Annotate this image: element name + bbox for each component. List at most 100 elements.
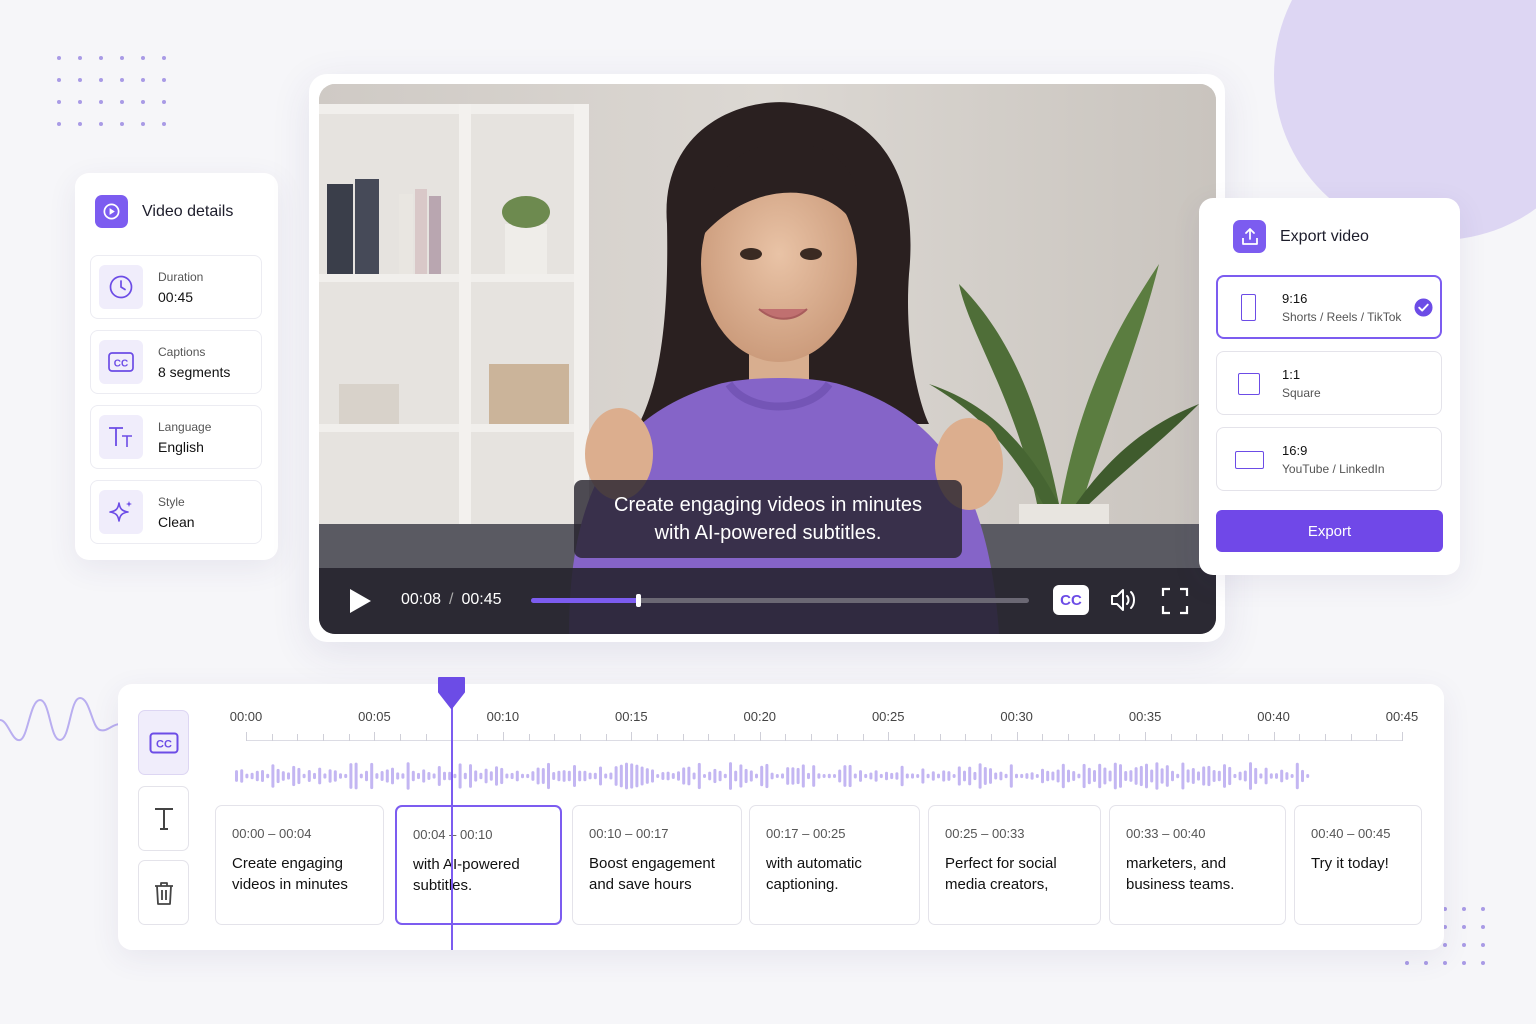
waveform-bar bbox=[734, 770, 738, 782]
dot bbox=[1481, 943, 1485, 947]
waveform-bar bbox=[1129, 770, 1133, 782]
progress-handle[interactable] bbox=[636, 594, 642, 607]
fullscreen-button[interactable] bbox=[1161, 587, 1189, 620]
export-option-1-1[interactable]: 1:1 Square bbox=[1216, 351, 1442, 415]
waveform-bar bbox=[1181, 762, 1185, 790]
waveform-bar bbox=[666, 771, 670, 781]
caption-segment[interactable]: 00:33 – 00:40 marketers, and business te… bbox=[1109, 805, 1286, 925]
segment-text: marketers, and business teams. bbox=[1126, 855, 1235, 893]
waveform-bar bbox=[822, 773, 826, 779]
dot bbox=[1462, 961, 1466, 965]
waveform-bar bbox=[1056, 769, 1060, 783]
waveform-bar bbox=[651, 769, 654, 783]
waveform-bar bbox=[791, 767, 795, 785]
waveform-bar bbox=[885, 771, 888, 781]
caption-segment-selected[interactable]: 00:04 – 00:10 with AI-powered subtitles. bbox=[395, 805, 562, 925]
waveform-bar bbox=[801, 764, 805, 788]
waveform-bar bbox=[1165, 765, 1169, 787]
waveform-bar bbox=[266, 773, 270, 779]
waveform-bar bbox=[1233, 773, 1237, 779]
play-button[interactable] bbox=[347, 587, 373, 620]
waveform-bar bbox=[1243, 770, 1247, 782]
caption-segment[interactable]: 00:10 – 00:17 Boost engagement and save … bbox=[572, 805, 742, 925]
waveform-bar bbox=[271, 764, 275, 788]
waveform-bar bbox=[978, 763, 982, 789]
decorative-dots bbox=[57, 56, 166, 126]
captions-toggle-button[interactable]: CC bbox=[1053, 585, 1089, 615]
waveform-bar bbox=[1061, 763, 1065, 789]
waveform-bar bbox=[354, 762, 358, 790]
waveform-bar bbox=[614, 766, 618, 786]
caption-timeline: CC 00:00 00:05 00:10 00:15 00:20 00:25 00:30 00… bbox=[118, 677, 1444, 950]
volume-button[interactable] bbox=[1109, 587, 1139, 618]
fullscreen-icon bbox=[1161, 587, 1189, 615]
waveform-bar bbox=[287, 772, 290, 780]
dot bbox=[99, 122, 103, 126]
segment-time: 00:00 – 00:04 bbox=[232, 826, 312, 841]
waveform-bar bbox=[1155, 762, 1159, 790]
waveform-bar bbox=[489, 771, 493, 781]
waveform-bar bbox=[723, 773, 727, 779]
waveform-bar bbox=[318, 767, 322, 785]
waveform-bar bbox=[240, 769, 244, 783]
waveform-bar bbox=[1093, 770, 1096, 782]
progress-bar[interactable] bbox=[531, 594, 1029, 607]
waveform-bar bbox=[630, 763, 634, 789]
waveform-bar bbox=[1087, 767, 1091, 785]
dot bbox=[141, 100, 145, 104]
waveform-bar bbox=[989, 768, 992, 784]
waveform-bar bbox=[713, 768, 717, 784]
waveform-bar bbox=[1067, 769, 1070, 783]
segment-text: with automatic captioning. bbox=[766, 855, 862, 893]
detail-duration: Duration 00:45 bbox=[90, 255, 262, 319]
progress-fill bbox=[531, 598, 639, 603]
portrait-ratio-icon bbox=[1241, 294, 1256, 321]
waveform-bar bbox=[760, 765, 764, 787]
playhead-handle[interactable] bbox=[437, 676, 466, 710]
waveform-bar bbox=[604, 773, 608, 779]
dot bbox=[1443, 961, 1447, 965]
export-option-16-9[interactable]: 16:9 YouTube / LinkedIn bbox=[1216, 427, 1442, 491]
export-option-9-16[interactable]: 9:16 Shorts / Reels / TikTok bbox=[1216, 275, 1442, 339]
waveform-bar bbox=[1145, 763, 1148, 789]
segment-time: 00:17 – 00:25 bbox=[766, 826, 846, 841]
segment-text: Try it today! bbox=[1311, 855, 1389, 872]
caption-segment[interactable]: 00:40 – 00:45 Try it today! bbox=[1294, 805, 1422, 925]
detail-value: 8 segments bbox=[158, 363, 231, 380]
landscape-ratio-icon bbox=[1235, 451, 1264, 469]
caption-segment[interactable]: 00:25 – 00:33 Perfect for social media c… bbox=[928, 805, 1101, 925]
waveform-bar bbox=[661, 772, 665, 780]
export-button[interactable]: Export bbox=[1216, 510, 1443, 552]
waveform-bar bbox=[1269, 773, 1273, 779]
segment-time: 00:10 – 00:17 bbox=[589, 826, 669, 841]
waveform-bar bbox=[947, 771, 951, 781]
segment-text: Perfect for social media creators, bbox=[945, 855, 1057, 893]
dot bbox=[99, 100, 103, 104]
dot bbox=[78, 122, 82, 126]
volume-icon bbox=[1111, 589, 1135, 611]
waveform-bar bbox=[510, 772, 514, 780]
waveform-bar bbox=[900, 765, 904, 787]
waveform-bar bbox=[432, 773, 436, 779]
waveform-bar bbox=[474, 770, 478, 782]
waveform-bar bbox=[952, 773, 956, 779]
delete-tool-button[interactable] bbox=[138, 860, 189, 925]
segment-text: Create engaging videos in minutes bbox=[232, 855, 348, 893]
video-frame[interactable]: Create engaging videos in minutes with A… bbox=[319, 84, 1216, 634]
waveform-bar bbox=[656, 773, 660, 779]
caption-segment[interactable]: 00:00 – 00:04 Create engaging videos in … bbox=[215, 805, 384, 925]
dot bbox=[1405, 961, 1409, 965]
segment-text: with AI-powered subtitles. bbox=[413, 856, 520, 894]
waveform-bar bbox=[1046, 770, 1050, 782]
waveform-bar bbox=[1134, 767, 1138, 785]
dot bbox=[57, 100, 61, 104]
player-controls: 00:08 / 00:45 CC bbox=[319, 568, 1216, 634]
dot bbox=[1462, 907, 1466, 911]
waveform-bar bbox=[375, 773, 379, 779]
waveform-bar bbox=[1119, 764, 1122, 788]
caption-segment[interactable]: 00:17 – 00:25 with automatic captioning. bbox=[749, 805, 920, 925]
waveform-bar bbox=[1098, 763, 1102, 789]
waveform-bar bbox=[515, 770, 519, 782]
waveform-bar bbox=[1009, 764, 1013, 788]
detail-captions: CC Captions 8 segments bbox=[90, 330, 262, 394]
